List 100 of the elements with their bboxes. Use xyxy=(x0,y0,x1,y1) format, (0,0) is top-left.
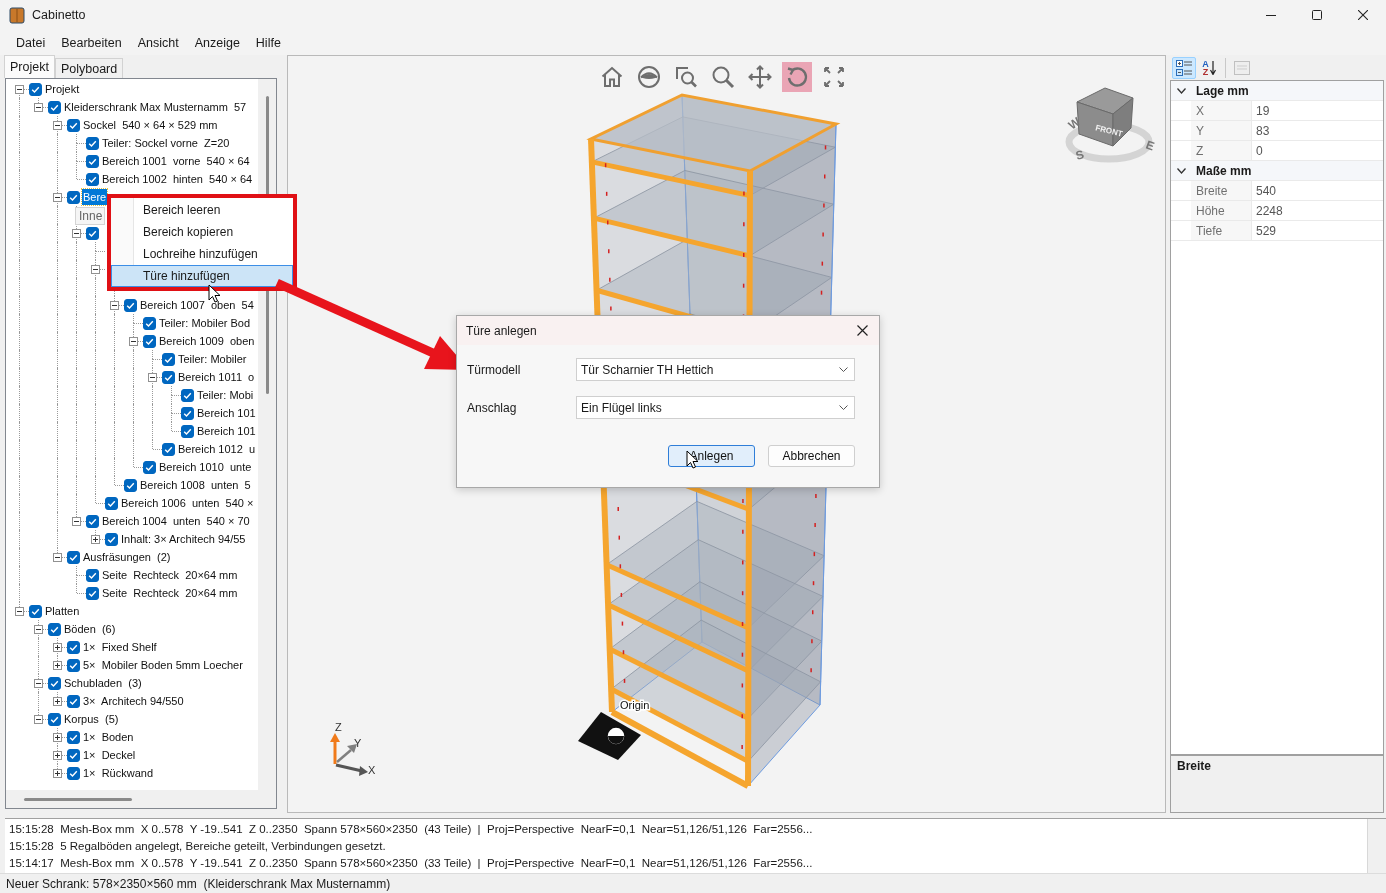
checkbox[interactable] xyxy=(162,442,175,456)
collapse-icon[interactable] xyxy=(91,265,100,274)
property-name[interactable]: Z xyxy=(1191,141,1252,160)
tree-item[interactable]: Bereich 1008 unten 5 xyxy=(139,477,252,493)
tree-item[interactable]: Böden (6) xyxy=(63,621,117,637)
menu-item[interactable]: Anzeige xyxy=(186,35,248,50)
tree-item[interactable]: Bereich 1007 oben 54 xyxy=(139,297,255,313)
collapse-icon[interactable] xyxy=(34,625,43,634)
collapse-icon[interactable] xyxy=(72,517,81,526)
checkbox[interactable] xyxy=(86,226,99,240)
expand-icon[interactable] xyxy=(91,535,100,544)
checkbox[interactable] xyxy=(105,496,118,510)
checkbox[interactable] xyxy=(181,424,194,438)
checkbox[interactable] xyxy=(124,478,137,492)
checkbox[interactable] xyxy=(86,136,99,150)
collapse-icon[interactable] xyxy=(110,301,119,310)
checkbox[interactable] xyxy=(86,514,99,528)
checkbox[interactable] xyxy=(143,460,156,474)
categorized-view-button[interactable] xyxy=(1172,56,1196,79)
category-header[interactable]: Maße mm xyxy=(1171,161,1383,181)
collapse-icon[interactable] xyxy=(15,607,24,616)
menu-item[interactable]: Bearbeiten xyxy=(53,35,130,50)
property-name[interactable]: X xyxy=(1191,101,1252,120)
sort-alphabetical-button[interactable]: A Z xyxy=(1198,56,1220,79)
confirm-button[interactable]: Anlegen xyxy=(668,445,755,467)
checkbox[interactable] xyxy=(86,586,99,600)
dropdown[interactable]: Ein Flügel links xyxy=(576,396,855,419)
checkbox[interactable] xyxy=(181,406,194,420)
property-value[interactable]: 540 xyxy=(1252,181,1277,200)
tree-item[interactable]: Korpus (5) xyxy=(63,711,120,727)
property-value[interactable]: 0 xyxy=(1252,141,1263,160)
horizontal-scrollbar[interactable] xyxy=(6,790,258,808)
tree-item[interactable]: Sockel 540 × 64 × 529 mm xyxy=(82,117,219,133)
checkbox[interactable] xyxy=(48,712,61,726)
collapse-icon[interactable] xyxy=(15,85,24,94)
tree-item[interactable]: Bereich 1001 vorne 540 × 64 xyxy=(101,153,251,169)
tree-item[interactable]: Bereich 1006 unten 540 × xyxy=(120,495,255,511)
tree-item[interactable]: 3× Architech 94/550 xyxy=(82,693,185,709)
menu-item[interactable]: Ansicht xyxy=(129,35,187,50)
property-value[interactable]: 19 xyxy=(1252,101,1270,120)
checkbox[interactable] xyxy=(67,766,80,780)
checkbox[interactable] xyxy=(29,82,42,96)
checkbox[interactable] xyxy=(162,352,175,366)
expand-icon[interactable] xyxy=(53,733,62,742)
checkbox[interactable] xyxy=(181,388,194,402)
expand-icon[interactable] xyxy=(53,661,62,670)
tree-item[interactable]: Bereich 101 xyxy=(196,423,257,439)
tree-item[interactable]: Ausfräsungen (2) xyxy=(82,549,172,565)
collapse-icon[interactable] xyxy=(34,103,43,112)
tree-item[interactable]: Kleiderschrank Max Musternamm 57 xyxy=(63,99,248,115)
expand-icon[interactable] xyxy=(53,769,62,778)
checkbox[interactable] xyxy=(143,316,156,330)
property-name[interactable]: Y xyxy=(1191,121,1252,140)
chevron-down-icon[interactable] xyxy=(1176,167,1186,174)
tree-item[interactable]: 1× Fixed Shelf xyxy=(82,639,158,655)
collapse-icon[interactable] xyxy=(148,373,157,382)
checkbox[interactable] xyxy=(124,298,137,312)
cancel-button[interactable]: Abbrechen xyxy=(768,445,855,467)
checkbox[interactable] xyxy=(86,172,99,186)
chevron-down-icon[interactable] xyxy=(1176,87,1186,94)
menu-item[interactable]: Türe hinzufügen xyxy=(111,265,293,287)
tree-item[interactable]: Schubladen (3) xyxy=(63,675,143,691)
tree-item[interactable]: Bereich 1010 unte xyxy=(158,459,253,475)
property-value[interactable]: 529 xyxy=(1252,221,1277,240)
property-name[interactable]: Höhe xyxy=(1191,201,1252,220)
tree-item[interactable]: Bere xyxy=(82,189,108,205)
tree-item[interactable]: Platten xyxy=(44,603,81,619)
checkbox[interactable] xyxy=(86,568,99,582)
category-header[interactable]: Lage mm xyxy=(1171,81,1383,101)
checkbox[interactable] xyxy=(29,604,42,618)
tree-item[interactable]: Bereich 1009 oben xyxy=(158,333,256,349)
compass-label[interactable]: W xyxy=(1065,114,1083,133)
collapse-icon[interactable] xyxy=(53,121,62,130)
rotate-button[interactable] xyxy=(781,62,812,92)
property-name[interactable]: Tiefe xyxy=(1191,221,1252,240)
property-name[interactable]: Breite xyxy=(1191,181,1252,200)
expand-icon[interactable] xyxy=(53,697,62,706)
tree-item[interactable]: Teiler: Mobiler xyxy=(177,351,248,367)
dropdown[interactable]: Tür Scharnier TH Hettich xyxy=(576,358,855,381)
tree-item[interactable]: Seite Rechteck 20×64 mm xyxy=(101,585,239,601)
vertical-scrollbar[interactable] xyxy=(1367,819,1386,873)
tree-item[interactable]: Bereich 1002 hinten 540 × 64 xyxy=(101,171,254,187)
menu-item[interactable]: Hilfe xyxy=(247,35,289,50)
checkbox[interactable] xyxy=(105,532,118,546)
checkbox[interactable] xyxy=(48,100,61,114)
checkbox[interactable] xyxy=(86,154,99,168)
checkbox[interactable] xyxy=(67,658,80,672)
tree-item[interactable]: 1× Deckel xyxy=(82,747,137,763)
menu-item[interactable]: Datei xyxy=(8,35,54,50)
property-value[interactable]: 2248 xyxy=(1252,201,1283,220)
collapse-icon[interactable] xyxy=(72,229,81,238)
tree-item[interactable]: Teiler: Mobi xyxy=(196,387,255,403)
collapse-icon[interactable] xyxy=(53,193,62,202)
checkbox[interactable] xyxy=(67,640,80,654)
collapse-icon[interactable] xyxy=(34,679,43,688)
tree-item[interactable]: Bereich 1011 o xyxy=(177,369,256,385)
checkbox[interactable] xyxy=(162,370,175,384)
tree-item[interactable]: Inhalt: 3× Architech 94/55 xyxy=(120,531,247,547)
checkbox[interactable] xyxy=(143,334,156,348)
expand-icon[interactable] xyxy=(53,643,62,652)
